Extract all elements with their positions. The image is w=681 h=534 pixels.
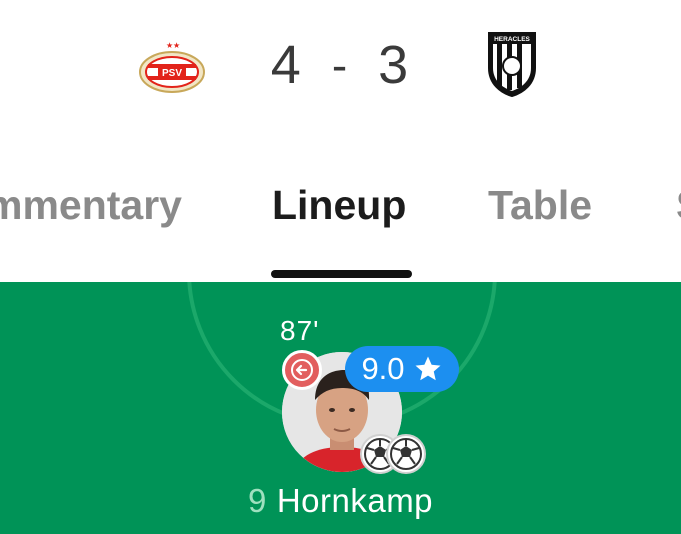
player-name-label[interactable]: 9 Hornkamp (0, 482, 681, 520)
home-score: 4 (270, 35, 302, 95)
football-icon (386, 434, 426, 474)
svg-text:PSV: PSV (162, 68, 182, 79)
svg-text:HERACLES: HERACLES (494, 36, 530, 43)
player-shirt-number: 9 (247, 482, 267, 519)
substitution-minute: 87' (280, 315, 320, 346)
svg-text:★: ★ (173, 41, 180, 50)
player-name: Hornkamp (276, 482, 434, 519)
scoreline: 4 - 3 (250, 30, 430, 100)
arrow-left-icon (291, 359, 313, 381)
substituted-out-badge (282, 350, 322, 390)
lineup-pitch: 87' 9.0 9 Hornkamp (0, 282, 681, 534)
active-tab-indicator (271, 270, 412, 278)
match-header: PSV ★ ★ 4 - 3 HERACLES (0, 0, 681, 135)
star-icon (415, 356, 441, 381)
player-rating: 9.0 (361, 351, 405, 386)
away-score: 3 (378, 35, 410, 95)
tab-commentary[interactable]: mmentary (0, 182, 182, 229)
tab-bar: mmentary Lineup Table S (0, 160, 681, 280)
player-rating-badge: 9.0 (345, 346, 459, 392)
tab-table[interactable]: Table (488, 182, 592, 229)
score-separator: - (331, 39, 349, 91)
psv-crest-icon[interactable]: PSV ★ ★ (138, 38, 206, 96)
tab-lineup[interactable]: Lineup (272, 182, 406, 229)
tab-stats[interactable]: S (676, 182, 681, 229)
heracles-crest-icon[interactable]: HERACLES (486, 30, 538, 98)
